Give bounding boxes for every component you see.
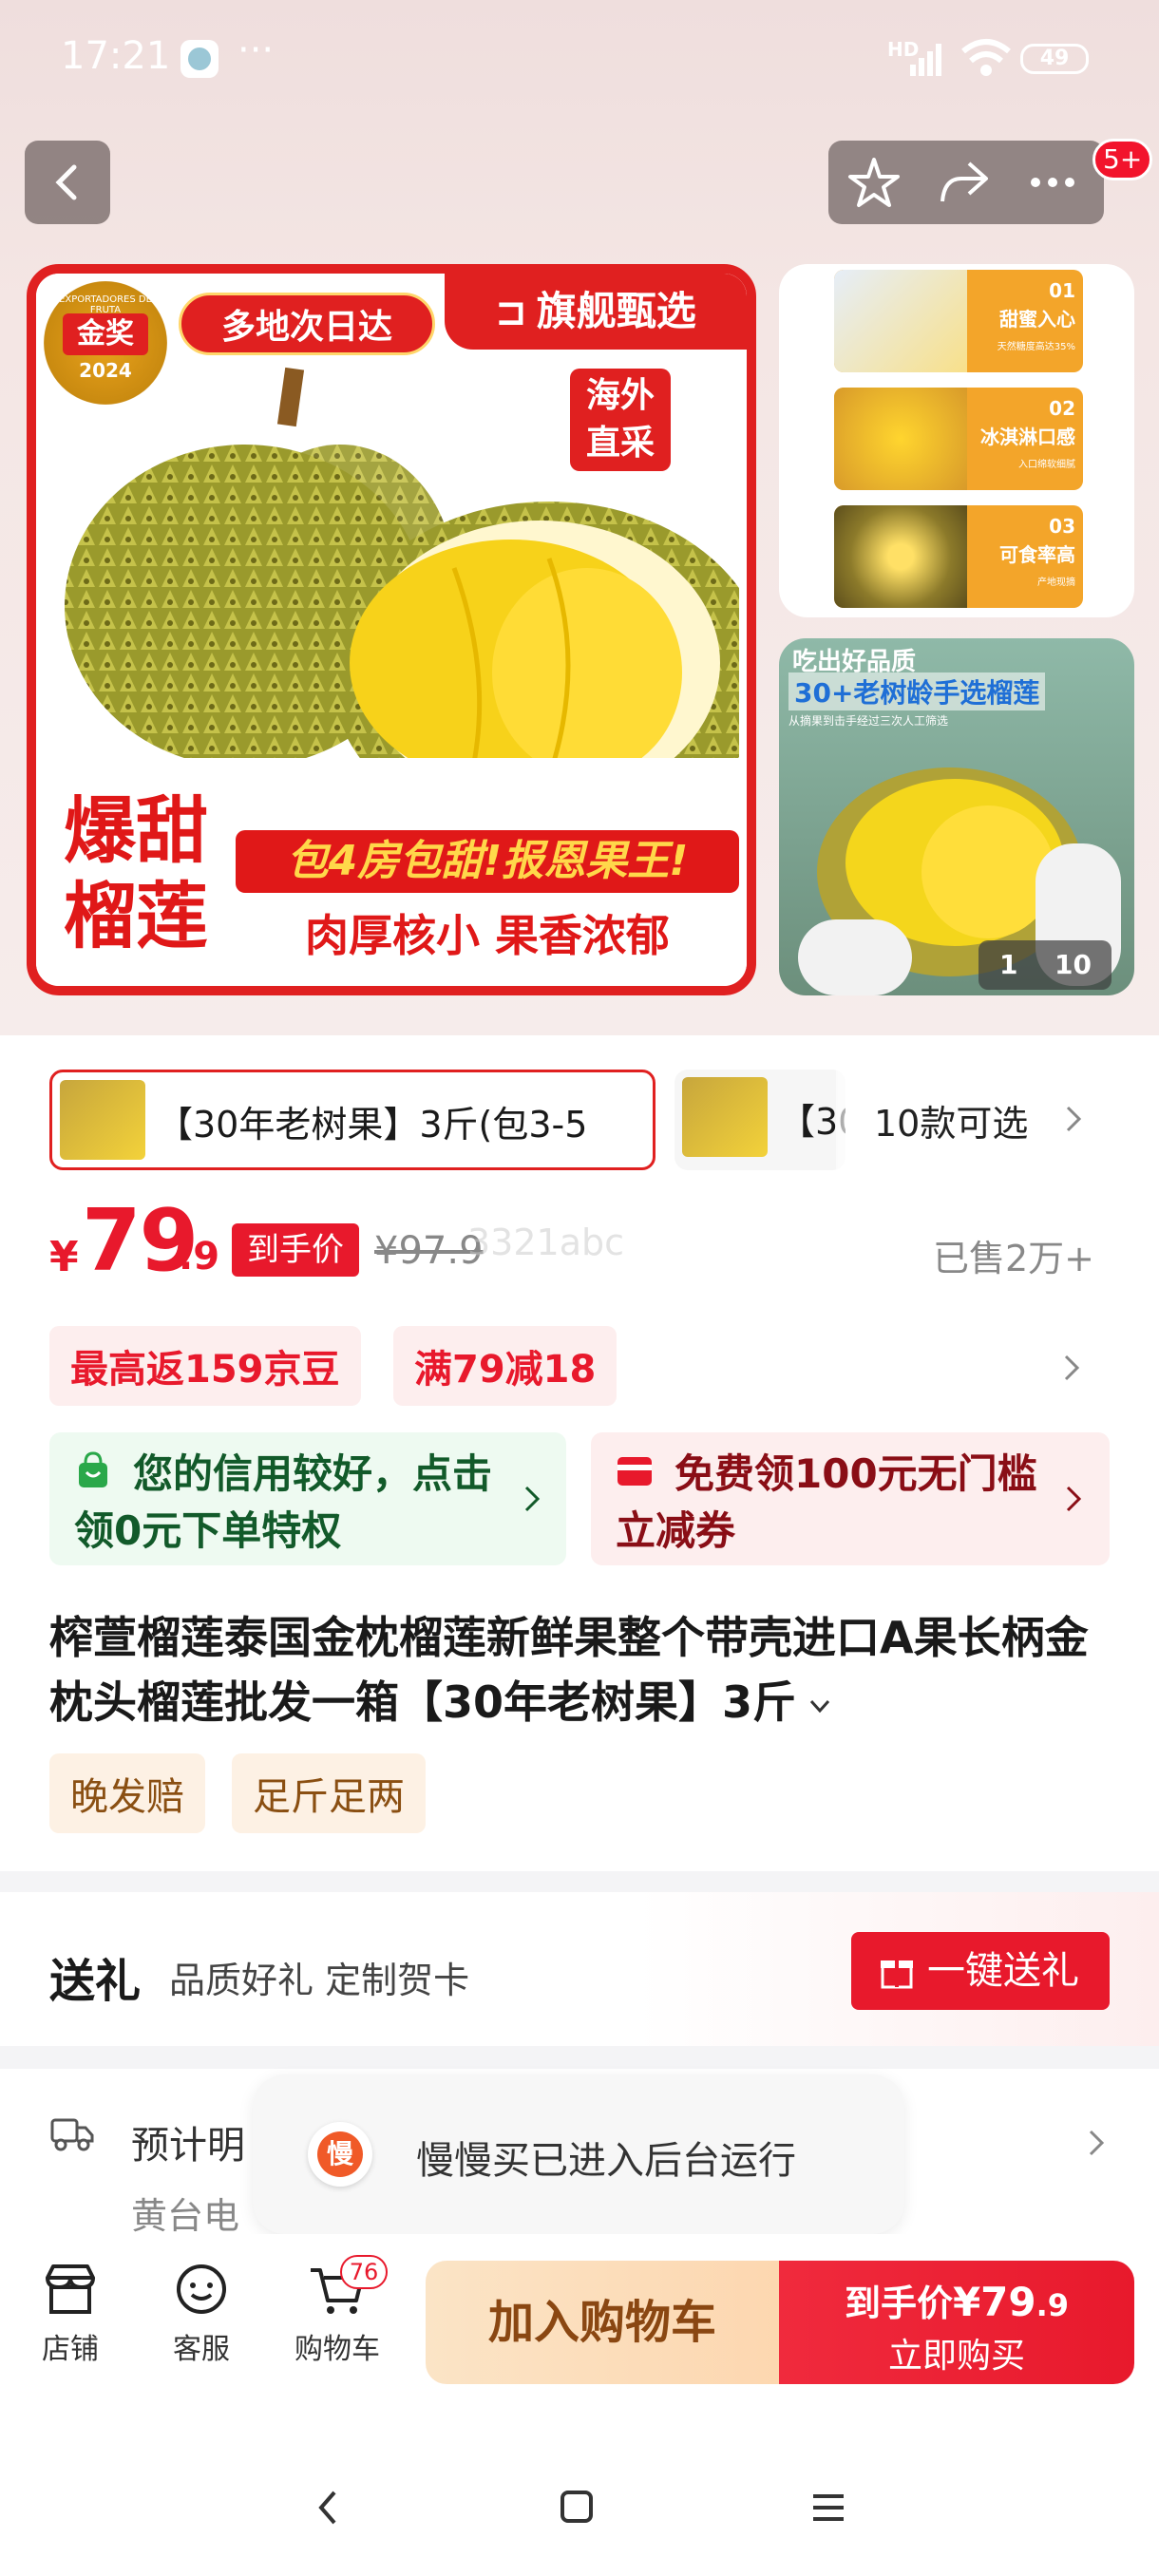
one-click-gift-button[interactable]: 一键送礼 [851,1932,1110,2010]
variant-option-2[interactable]: 【30 [674,1070,846,1170]
more-icon [1031,178,1074,187]
cart-tab[interactable]: 购物车 76 [285,2255,390,2367]
system-back-icon[interactable] [310,2487,348,2529]
coupon-card[interactable]: 免费领100元无门槛立减券 [591,1432,1110,1565]
background-toast: 慢 慢慢买已进入后台运行 [253,2074,904,2234]
credit-privilege-card[interactable]: 您的信用较好，点击领0元下单特权 [49,1432,566,1565]
chevron-right-icon[interactable] [1083,2124,1112,2162]
shopping-bag-icon [79,1451,107,1487]
flagship-label: ⊐ 旗舰甄选 [445,274,747,350]
hero-slogan-1: 包4房包甜!报恩果王! [236,830,739,893]
status-time: 17:21 [61,34,171,78]
more-button[interactable] [1022,152,1083,213]
service-tab[interactable]: 客服 [156,2261,247,2367]
tag-full-weight: 足斤足两 [232,1753,426,1833]
final-price-tag: 到手价 [232,1223,359,1277]
cart-count-badge: 76 [340,2255,388,2289]
hero-slogan-2: 肉厚核小 果香浓郁 [304,910,670,961]
image-pager: 1 10 [978,940,1112,990]
chevron-right-icon [1066,1486,1082,1512]
delivery-label: 多地次日达 [179,293,435,355]
favorite-button[interactable] [844,152,904,213]
feature-thumb-3: 03 可食率高 产地现摘 [834,505,1083,608]
truck-icon [50,2118,94,2151]
price-decimal: .9 [179,1235,220,1279]
share-button[interactable] [933,152,994,213]
share-icon [940,161,988,202]
variant-thumb [60,1080,145,1160]
jingdou-promo[interactable]: 最高返159京豆 [49,1326,361,1406]
back-button[interactable] [25,141,110,224]
chevron-right-icon [524,1486,541,1512]
chevron-right-icon[interactable] [1058,1349,1087,1387]
delivery-estimate: 预计明 [131,2124,245,2168]
app-icon: 慢 [308,2122,372,2187]
app-notification-icon [180,40,218,78]
sold-count: 已售2万+ [932,1238,1094,1279]
chat-face-icon [177,2264,226,2314]
gift-title: 送礼 [49,1955,142,2008]
buy-now-button[interactable]: 到手价¥79.9 立即购买 [779,2261,1134,2384]
feature-thumb-1: 01 甜蜜入心 天然糖度高达35% [834,270,1083,372]
system-menu-icon[interactable] [808,2487,849,2529]
add-to-cart-button[interactable]: 加入购物车 [426,2261,779,2384]
shop-tab[interactable]: 店铺 [25,2261,116,2367]
cart-badge: 5+ [1092,139,1153,180]
delivery-address: 黄台电 [131,2195,240,2237]
card-icon [618,1457,652,1486]
toast-message: 慢慢买已进入后台运行 [416,2139,796,2183]
chevron-right-icon [1066,1106,1082,1132]
signal-icon [893,40,946,82]
chevron-left-icon [55,164,77,200]
variant-option-selected[interactable]: 【30年老树果】3斤(包3-5 [49,1070,656,1170]
system-home-icon[interactable] [557,2487,598,2529]
wifi-icon [960,38,1013,84]
durian-photo [65,367,739,758]
chevron-down-icon[interactable] [806,1692,834,1720]
status-more: ··· [238,28,275,72]
gift-icon [881,1960,913,1989]
battery-indicator: 49 [1020,44,1089,74]
store-icon [46,2264,95,2314]
gift-description: 品质好礼 定制贺卡 [169,1960,470,2001]
product-title: 榨萱榴莲泰国金枕榴莲新鲜果整个带壳进口A果长柄金枕头榴莲批发一箱【30年老树果】… [49,1612,1089,1728]
feature-thumbnails[interactable]: 01 甜蜜入心 天然糖度高达35% 02 冰淇淋口感 入口绵软细腻 03 可食率… [779,264,1134,617]
variant-count-button[interactable]: 10款可选 [836,1070,1121,1170]
main-product-image[interactable]: EXPORTADORES DE FRUTA 金奖 2024 多地次日达 ⊐ 旗舰甄… [27,264,756,995]
price-currency: ¥ [49,1233,79,1281]
watermark: 3321abc [467,1222,625,1263]
secondary-product-image[interactable]: 吃出好品质 30+老树龄手选榴莲 从摘果到击手经过三次人工筛选 1 10 [779,638,1134,995]
tag-late-ship-compensation: 晚发赔 [49,1753,205,1833]
star-icon [848,158,900,207]
hero-title: 爆甜 榴莲 [64,788,208,958]
discount-promo[interactable]: 满79减18 [393,1326,618,1406]
feature-thumb-2: 02 冰淇淋口感 入口绵软细腻 [834,388,1083,490]
